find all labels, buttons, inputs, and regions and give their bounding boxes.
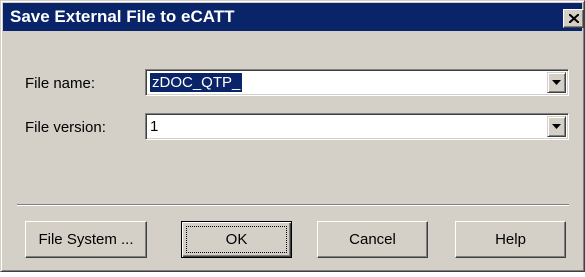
file-name-value[interactable]: zDOC_QTP_ <box>150 73 243 92</box>
file-system-button[interactable]: File System ... <box>25 221 147 258</box>
window-title: Save External File to eCATT <box>10 7 235 26</box>
help-button-label: Help <box>495 231 526 248</box>
ok-button[interactable]: OK <box>181 221 292 258</box>
help-button[interactable]: Help <box>455 221 566 258</box>
file-version-dropdown-button[interactable] <box>547 116 566 137</box>
close-icon <box>569 14 579 23</box>
close-button[interactable] <box>563 9 584 28</box>
file-version-combobox[interactable]: 1 <box>145 113 569 140</box>
file-name-label: File name: <box>25 75 96 92</box>
save-external-file-dialog: Save External File to eCATT File name: z… <box>0 0 585 272</box>
file-name-combobox[interactable]: zDOC_QTP_ <box>145 69 569 96</box>
file-version-label: File version: <box>25 119 106 136</box>
file-name-dropdown-button[interactable] <box>547 72 566 93</box>
chevron-down-icon <box>552 124 561 129</box>
file-system-button-label: File System ... <box>38 231 134 248</box>
title-bar[interactable]: Save External File to eCATT <box>3 3 584 31</box>
cancel-button-label: Cancel <box>349 231 396 248</box>
separator <box>17 204 569 206</box>
focus-rectangle <box>186 226 287 253</box>
chevron-down-icon <box>552 80 561 85</box>
file-version-value[interactable]: 1 <box>150 117 158 136</box>
cancel-button[interactable]: Cancel <box>317 221 428 258</box>
